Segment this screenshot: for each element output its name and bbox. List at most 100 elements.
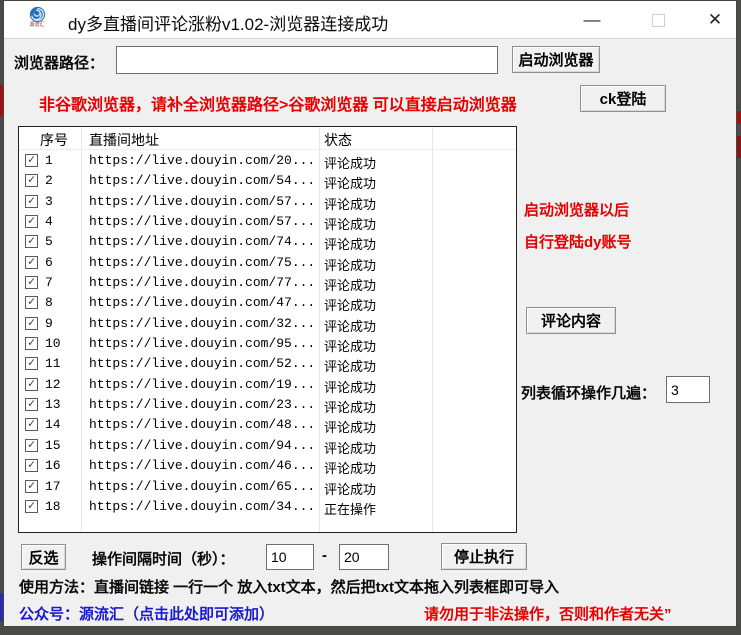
table-row[interactable]: ✓ 17 https://live.douyin.com/65... 评论成功 — [19, 477, 516, 497]
interval-min-input[interactable] — [266, 544, 314, 570]
check-icon: ✓ — [28, 460, 35, 471]
table-row[interactable]: ✓ 9 https://live.douyin.com/32... 评论成功 — [19, 314, 516, 334]
row-index: 17 — [45, 479, 61, 494]
disclaimer-text: 请勿用于非法操作，否则和作者无关” — [424, 603, 672, 624]
row-checkbox[interactable]: ✓ — [25, 357, 38, 370]
live-room-table[interactable]: 序号 直播间地址 状态 ✓ 1 https://live.douyin.com/… — [18, 126, 517, 533]
row-checkbox[interactable]: ✓ — [25, 296, 38, 309]
row-status: 评论成功 — [324, 255, 376, 274]
check-icon: ✓ — [28, 419, 35, 430]
header-url: 直播间地址 — [89, 130, 159, 150]
row-checkbox[interactable]: ✓ — [25, 480, 38, 493]
row-status: 评论成功 — [324, 417, 376, 436]
loop-count-input[interactable] — [666, 376, 710, 403]
screen-edge — [737, 136, 741, 158]
interval-max-input[interactable] — [339, 544, 389, 570]
row-url: https://live.douyin.com/48... — [89, 417, 315, 432]
table-row[interactable]: ✓ 11 https://live.douyin.com/52... 评论成功 — [19, 354, 516, 374]
table-row[interactable]: ✓ 3 https://live.douyin.com/57... 评论成功 — [19, 192, 516, 212]
check-icon: ✓ — [28, 257, 35, 268]
table-row[interactable]: ✓ 7 https://live.douyin.com/77... 评论成功 — [19, 273, 516, 293]
table-row[interactable]: ✓ 2 https://live.douyin.com/54... 评论成功 — [19, 171, 516, 191]
row-checkbox[interactable]: ✓ — [25, 276, 38, 289]
row-checkbox[interactable]: ✓ — [25, 235, 38, 248]
swirl-logo-icon — [29, 6, 46, 23]
maximize-button[interactable] — [636, 1, 680, 39]
table-row[interactable]: ✓ 6 https://live.douyin.com/75... 评论成功 — [19, 253, 516, 273]
row-index: 11 — [45, 356, 61, 371]
row-index: 10 — [45, 336, 61, 351]
check-icon: ✓ — [28, 155, 35, 166]
table-header: 序号 直播间地址 状态 — [19, 127, 516, 150]
row-checkbox[interactable]: ✓ — [25, 256, 38, 269]
minimize-button[interactable]: — — [570, 1, 614, 39]
table-row[interactable]: ✓ 8 https://live.douyin.com/47... 评论成功 — [19, 293, 516, 313]
row-status: 评论成功 — [324, 173, 376, 192]
row-status: 正在操作 — [324, 499, 376, 518]
row-index: 13 — [45, 397, 61, 412]
comment-content-button[interactable]: 评论内容 — [526, 307, 616, 334]
app-window: 源流汇 dy多直播间评论涨粉v1.02-浏览器连接成功 — ✕ 浏览器路径： 启… — [3, 0, 737, 627]
row-url: https://live.douyin.com/52... — [89, 356, 315, 371]
check-icon: ✓ — [28, 236, 35, 247]
desktop-background: 源流汇 dy多直播间评论涨粉v1.02-浏览器连接成功 — ✕ 浏览器路径： 启… — [0, 0, 741, 635]
table-row[interactable]: ✓ 15 https://live.douyin.com/94... 评论成功 — [19, 436, 516, 456]
table-row[interactable]: ✓ 1 https://live.douyin.com/20... 评论成功 — [19, 151, 516, 171]
table-row[interactable]: ✓ 4 https://live.douyin.com/57... 评论成功 — [19, 212, 516, 232]
header-status: 状态 — [324, 130, 352, 150]
row-status: 评论成功 — [324, 458, 376, 477]
row-url: https://live.douyin.com/95... — [89, 336, 315, 351]
table-row[interactable]: ✓ 12 https://live.douyin.com/19... 评论成功 — [19, 375, 516, 395]
row-status: 评论成功 — [324, 153, 376, 172]
table-row[interactable]: ✓ 16 https://live.douyin.com/46... 评论成功 — [19, 456, 516, 476]
table-row[interactable]: ✓ 13 https://live.douyin.com/23... 评论成功 — [19, 395, 516, 415]
stop-execution-button[interactable]: 停止执行 — [441, 543, 527, 570]
minimize-icon: — — [584, 10, 601, 30]
row-checkbox[interactable]: ✓ — [25, 459, 38, 472]
row-checkbox[interactable]: ✓ — [25, 154, 38, 167]
row-url: https://live.douyin.com/75... — [89, 255, 315, 270]
row-index: 9 — [45, 316, 53, 331]
row-checkbox[interactable]: ✓ — [25, 174, 38, 187]
table-row[interactable]: ✓ 10 https://live.douyin.com/95... 评论成功 — [19, 334, 516, 354]
row-checkbox[interactable]: ✓ — [25, 418, 38, 431]
browser-path-input[interactable] — [116, 46, 498, 74]
launch-browser-button[interactable]: 启动浏览器 — [512, 46, 600, 73]
row-index: 14 — [45, 417, 61, 432]
check-icon: ✓ — [28, 399, 35, 410]
row-url: https://live.douyin.com/19... — [89, 377, 315, 392]
table-row[interactable]: ✓ 18 https://live.douyin.com/34... 正在操作 — [19, 497, 516, 517]
row-url: https://live.douyin.com/77... — [89, 275, 315, 290]
interval-label: 操作间隔时间（秒）： — [92, 548, 235, 569]
row-url: https://live.douyin.com/54... — [89, 173, 315, 188]
row-checkbox[interactable]: ✓ — [25, 215, 38, 228]
row-checkbox[interactable]: ✓ — [25, 378, 38, 391]
row-index: 15 — [45, 438, 61, 453]
row-url: https://live.douyin.com/32... — [89, 316, 315, 331]
invert-selection-button[interactable]: 反选 — [21, 544, 66, 570]
check-icon: ✓ — [28, 358, 35, 369]
close-icon: ✕ — [708, 10, 722, 30]
row-checkbox[interactable]: ✓ — [25, 195, 38, 208]
table-row[interactable]: ✓ 14 https://live.douyin.com/48... 评论成功 — [19, 415, 516, 435]
browser-path-label: 浏览器路径： — [14, 52, 104, 73]
row-url: https://live.douyin.com/23... — [89, 397, 315, 412]
public-account-link[interactable]: 公众号：源流汇（点击此处即可添加） — [19, 603, 274, 624]
row-checkbox[interactable]: ✓ — [25, 337, 38, 350]
interval-dash: - — [322, 547, 327, 564]
row-index: 1 — [45, 153, 53, 168]
table-row[interactable]: ✓ 5 https://live.douyin.com/74... 评论成功 — [19, 232, 516, 252]
row-checkbox[interactable]: ✓ — [25, 317, 38, 330]
close-button[interactable]: ✕ — [692, 1, 738, 39]
row-url: https://live.douyin.com/94... — [89, 438, 315, 453]
row-checkbox[interactable]: ✓ — [25, 398, 38, 411]
ck-login-button[interactable]: ck登陆 — [580, 85, 666, 112]
row-index: 16 — [45, 458, 61, 473]
check-icon: ✓ — [28, 318, 35, 329]
row-status: 评论成功 — [324, 214, 376, 233]
row-status: 评论成功 — [324, 336, 376, 355]
table-body: ✓ 1 https://live.douyin.com/20... 评论成功 ✓… — [19, 151, 516, 517]
row-status: 评论成功 — [324, 275, 376, 294]
row-checkbox[interactable]: ✓ — [25, 439, 38, 452]
row-checkbox[interactable]: ✓ — [25, 500, 38, 513]
